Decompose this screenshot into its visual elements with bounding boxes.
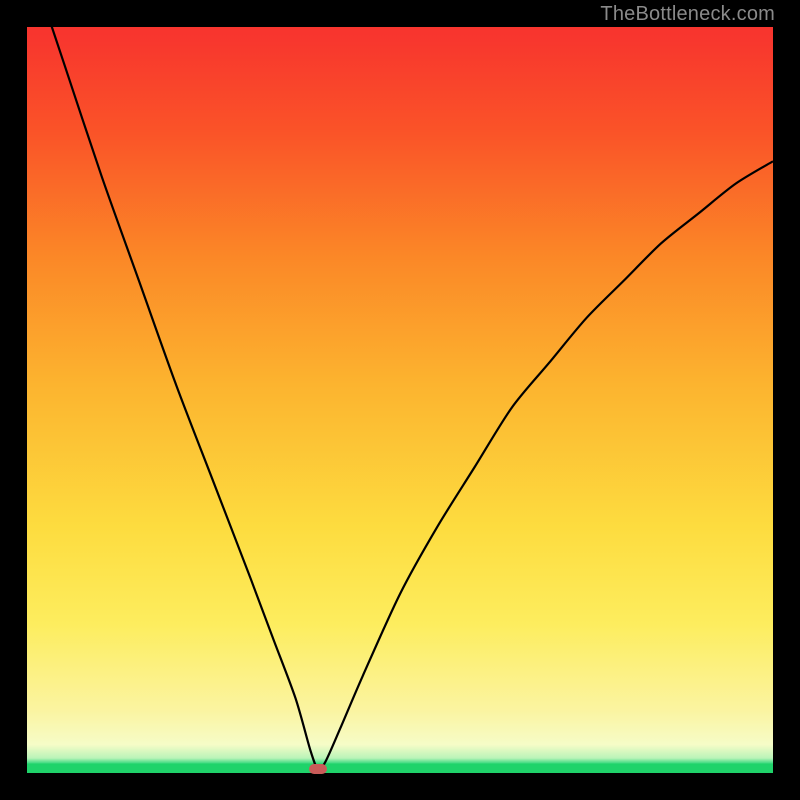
chart-frame: TheBottleneck.com: [0, 0, 800, 800]
bottleneck-curve: [27, 27, 773, 773]
plot-area: [27, 27, 773, 773]
optimum-marker: [309, 764, 327, 774]
attribution-text: TheBottleneck.com: [600, 3, 775, 26]
